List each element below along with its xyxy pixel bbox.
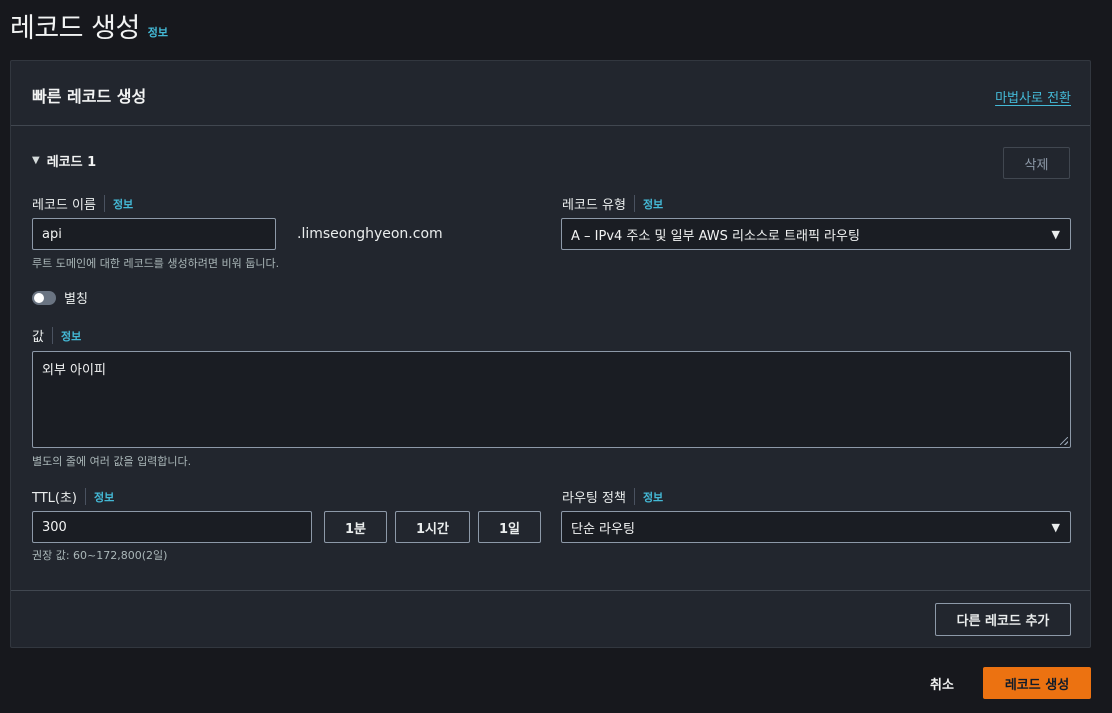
triangle-down-icon: ▼ — [1051, 521, 1060, 534]
value-hint: 별도의 줄에 여러 값을 입력합니다. — [32, 455, 192, 468]
routing-policy-select[interactable]: 단순 라우팅 ▼ — [561, 511, 1071, 543]
ttl-1-minute-button[interactable]: 1분 — [324, 511, 387, 543]
ttl-1-day-button[interactable]: 1일 — [478, 511, 541, 543]
create-records-button[interactable]: 레코드 생성 — [983, 667, 1091, 699]
label-divider — [103, 195, 105, 212]
switch-to-wizard-link[interactable]: 마법사로 전환 — [995, 87, 1071, 106]
ttl-value: 300 — [42, 519, 67, 535]
resize-grip-icon[interactable] — [1060, 437, 1068, 445]
record-name-info-link[interactable]: 정보 — [113, 196, 133, 212]
label-divider — [85, 488, 86, 505]
switch-knob — [34, 292, 44, 303]
panel-footer — [11, 590, 1090, 648]
routing-policy-label-group: 라우팅 정책 정보 — [562, 487, 663, 506]
alias-label: 별칭 — [64, 292, 88, 307]
ttl-input[interactable]: 300 — [32, 511, 312, 543]
value-textarea[interactable]: 외부 아이피 — [32, 351, 1071, 448]
domain-suffix: .limseonghyeon.com — [297, 226, 443, 242]
panel-header: 빠른 레코드 생성 마법사로 전환 — [11, 61, 1090, 126]
delete-record-button[interactable]: 삭제 — [1003, 147, 1070, 179]
label-divider — [51, 327, 53, 344]
record-name-label-group: 레코드 이름 정보 — [32, 194, 133, 213]
routing-policy-label: 라우팅 정책 — [562, 491, 626, 506]
record-name-input[interactable]: api — [32, 218, 276, 250]
record-type-info-link[interactable]: 정보 — [643, 196, 663, 212]
ttl-info-link[interactable]: 정보 — [94, 489, 114, 505]
value-info-link[interactable]: 정보 — [61, 328, 81, 344]
label-divider — [633, 488, 635, 505]
record-type-label-group: 레코드 유형 정보 — [562, 194, 663, 213]
create-record-page: 레코드 생성 정보 빠른 레코드 생성 마법사로 전환 ▼ 레코드 1 삭제 레… — [0, 0, 1112, 713]
panel-title: 빠른 레코드 생성 — [32, 87, 147, 106]
routing-policy-info-link[interactable]: 정보 — [643, 489, 663, 505]
add-another-record-button[interactable]: 다른 레코드 추가 — [935, 603, 1071, 636]
value-label: 값 — [32, 330, 44, 345]
page-title: 레코드 생성 — [10, 13, 140, 44]
page-header: 레코드 생성 정보 — [10, 6, 168, 45]
ttl-hint: 권장 값: 60~172,800(2일) — [32, 549, 168, 562]
record-name-label: 레코드 이름 — [32, 198, 96, 213]
ttl-label: TTL(초) — [32, 491, 77, 506]
caret-down-icon: ▼ — [32, 155, 40, 166]
record-type-selected: A – IPv4 주소 및 일부 AWS 리소스로 트래픽 라우팅 — [571, 228, 860, 244]
alias-switch[interactable] — [32, 290, 56, 305]
ttl-1-hour-button[interactable]: 1시간 — [395, 511, 470, 543]
label-divider — [633, 195, 635, 212]
record-name-hint: 루트 도메인에 대한 레코드를 생성하려면 비워 둡니다. — [32, 257, 280, 270]
cancel-button[interactable]: 취소 — [918, 668, 966, 698]
ttl-label-group: TTL(초) 정보 — [32, 487, 114, 506]
alias-toggle[interactable]: 별칭 — [32, 288, 88, 307]
routing-policy-selected: 단순 라우팅 — [571, 521, 635, 537]
quick-create-panel: 빠른 레코드 생성 마법사로 전환 ▼ 레코드 1 삭제 레코드 이름 정보 a… — [10, 60, 1091, 648]
record-name-value: api — [42, 226, 62, 242]
record-type-select[interactable]: A – IPv4 주소 및 일부 AWS 리소스로 트래픽 라우팅 ▼ — [561, 218, 1071, 250]
value-label-group: 값 정보 — [32, 326, 81, 345]
record-type-label: 레코드 유형 — [562, 198, 626, 213]
record-1-expander[interactable]: ▼ 레코드 1 — [32, 151, 96, 170]
triangle-down-icon: ▼ — [1051, 228, 1060, 241]
page-info-link[interactable]: 정보 — [148, 24, 168, 40]
record-1-label: 레코드 1 — [46, 155, 97, 170]
value-content: 외부 아이피 — [42, 363, 106, 378]
